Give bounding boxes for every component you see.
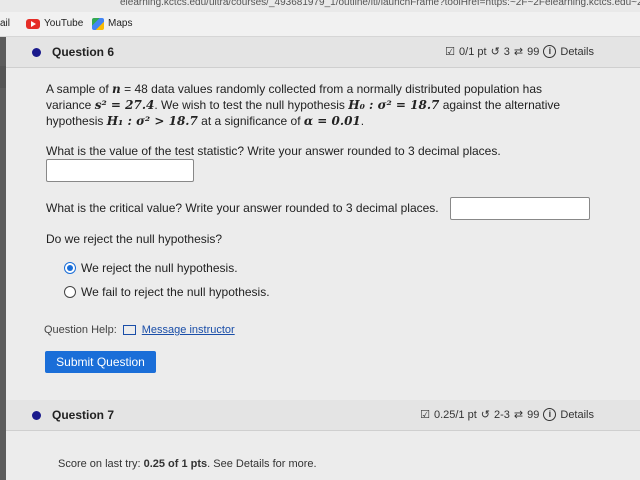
message-instructor-link[interactable]: Message instructor (142, 324, 235, 336)
critical-value-question: What is the critical value? Write your a… (46, 201, 439, 215)
info-icon[interactable]: i (543, 45, 557, 58)
radio-unselected[interactable] (64, 286, 76, 298)
option-reject[interactable]: We reject the null hypothesis. (64, 261, 238, 275)
bookmark-label: YouTube (44, 18, 84, 29)
question-7-header[interactable]: Question 7 ☑ 0.25/1 pt ↺ 2-3 ⇄ 99 i Deta… (6, 400, 640, 431)
maps-icon (92, 18, 104, 30)
question-6-header[interactable]: Question 6 ☑ 0/1 pt ↺ 3 ⇄ 99 i Details (6, 37, 640, 68)
question-meta: ☑ 0/1 pt ↺ 3 ⇄ 99 i Details (445, 45, 594, 58)
points-text: 0.25/1 pt (433, 408, 477, 421)
details-link[interactable]: Details (560, 409, 594, 421)
submit-question-button[interactable]: Submit Question (45, 351, 156, 373)
question-status-dot (32, 48, 41, 57)
option-fail-to-reject[interactable]: We fail to reject the null hypothesis. (64, 285, 270, 299)
retries-text: 2-3 (494, 408, 510, 421)
option-label: We fail to reject the null hypothesis. (81, 285, 270, 299)
details-link[interactable]: Details (560, 46, 594, 58)
points-text: 0/1 pt (459, 45, 487, 58)
question-title: Question 7 (52, 408, 115, 422)
retry-icon: ↺ (490, 46, 500, 58)
url-text: elearning.kctcs.edu/ultra/courses/_49368… (120, 0, 640, 8)
bookmark-mail[interactable]: ail (0, 12, 10, 36)
address-bar[interactable]: elearning.kctcs.edu/ultra/courses/_49368… (0, 0, 640, 12)
bookmark-label: ail (0, 18, 11, 29)
problem-statement: A sample of n = 48 data values randomly … (46, 82, 561, 128)
checkbox-icon: ☑ (420, 409, 430, 421)
envelope-icon (122, 325, 136, 335)
question-meta: ☑ 0.25/1 pt ↺ 2-3 ⇄ 99 i Details (420, 408, 594, 421)
bookmark-maps[interactable]: Maps (92, 12, 132, 36)
test-statistic-input[interactable] (46, 159, 194, 182)
checkbox-icon: ☑ (445, 46, 456, 58)
help-label: Question Help: (44, 324, 117, 336)
reject-question: Do we reject the null hypothesis? (46, 232, 223, 246)
youtube-icon (26, 19, 40, 29)
radio-selected[interactable] (64, 262, 76, 274)
bookmark-label: Maps (108, 18, 133, 29)
question-panel: Question 6 ☑ 0/1 pt ↺ 3 ⇄ 99 i Details A… (6, 37, 640, 480)
question-help: Question Help: Message instructor (44, 324, 235, 336)
question-title: Question 6 (52, 45, 115, 59)
retries-text: 3 (503, 45, 510, 58)
attempts-icon: ⇄ (513, 409, 524, 421)
question-status-dot (32, 411, 41, 420)
option-label: We reject the null hypothesis. (81, 261, 238, 275)
critical-value-input[interactable] (450, 197, 590, 220)
attempts-text: 99 (527, 45, 540, 58)
attempts-text: 99 (527, 408, 540, 421)
retry-icon: ↺ (480, 409, 490, 421)
info-icon[interactable]: i (543, 408, 557, 421)
bookmarks-bar: ail YouTube Maps (0, 12, 640, 37)
attempts-icon: ⇄ (513, 46, 524, 58)
bookmark-youtube[interactable]: YouTube (26, 12, 83, 36)
test-statistic-question: What is the value of the test statistic?… (46, 144, 501, 158)
score-summary: Score on last try: 0.25 of 1 pts. See De… (58, 458, 317, 470)
